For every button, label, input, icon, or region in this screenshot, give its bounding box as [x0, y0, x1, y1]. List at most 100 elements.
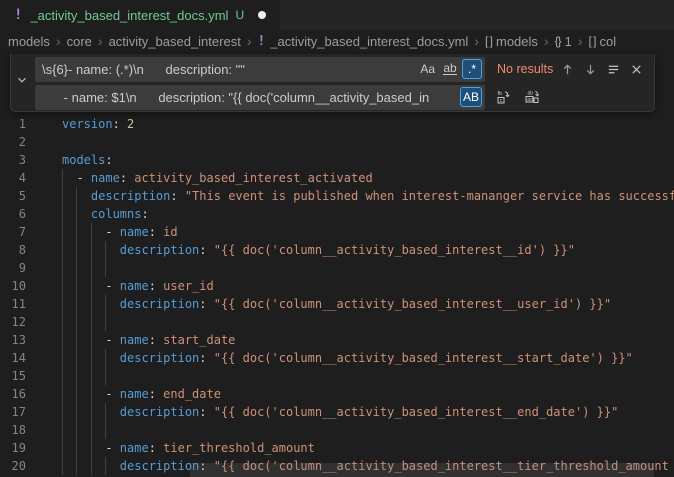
- code-line: 4 - name: activity_based_interest_activa…: [0, 169, 674, 187]
- breadcrumb-item[interactable]: models: [8, 34, 50, 49]
- indent-guide: [105, 259, 106, 277]
- vscode-window: ! _activity_based_interest_docs.yml U mo…: [0, 0, 674, 477]
- close-icon: [629, 62, 644, 77]
- code-line: 11 description: "{{ doc('column__activit…: [0, 295, 674, 313]
- breadcrumb-item[interactable]: !_activity_based_interest_docs.yml: [257, 34, 468, 49]
- whole-word-button[interactable]: ab: [440, 59, 460, 79]
- line-number: 2: [0, 133, 26, 151]
- line-number: 9: [0, 259, 26, 277]
- git-status-badge: U: [235, 8, 244, 22]
- yaml-file-icon: !: [257, 34, 265, 49]
- line-number: 14: [0, 349, 26, 367]
- indent-guide: [91, 367, 92, 385]
- indent-guide: [105, 421, 106, 439]
- breadcrumb: models › core › activity_based_interest › !_ac…: [0, 30, 674, 52]
- preserve-case-button[interactable]: AB: [460, 87, 482, 107]
- editor-pane[interactable]: 1version: 223models:4 - name: activity_b…: [0, 52, 674, 477]
- svg-text:fb: fb: [497, 91, 502, 97]
- svg-text:c: c: [499, 98, 502, 104]
- svg-text:ab: ab: [527, 91, 533, 97]
- line-number: 12: [0, 313, 26, 331]
- code-line: 3models:: [0, 151, 674, 169]
- code-area: 1version: 223models:4 - name: activity_b…: [0, 115, 674, 475]
- indent-guide: [62, 421, 63, 439]
- chevron-right-icon: ›: [56, 33, 61, 49]
- arrow-up-icon: [560, 62, 575, 77]
- find-input[interactable]: \s{6}- name: (.*)\n description: "" Aa a…: [35, 57, 485, 82]
- find-previous-button[interactable]: [556, 58, 579, 81]
- indent-guide: [62, 367, 63, 385]
- indent-guide: [62, 259, 63, 277]
- replace-input-value: - name: $1\n description: "{{ doc('colum…: [42, 90, 458, 105]
- line-number: 16: [0, 385, 26, 403]
- chevron-right-icon: ›: [98, 33, 103, 49]
- match-case-button[interactable]: Aa: [417, 59, 438, 79]
- code-line: 16 - name: end_date: [0, 385, 674, 403]
- replace-all-button[interactable]: ab ac: [520, 86, 543, 109]
- indent-guide: [91, 259, 92, 277]
- indent-guide: [76, 313, 77, 331]
- tab-label: _activity_based_interest_docs.yml: [30, 8, 228, 23]
- code-line: 18: [0, 421, 674, 439]
- symbol-array-icon: [ ]: [485, 34, 492, 48]
- horizontal-scrollbar[interactable]: [190, 463, 654, 477]
- replace-all-icon: ab ac: [524, 89, 540, 105]
- code-line: 19 - name: tier_threshold_amount: [0, 439, 674, 457]
- code-line: 14 description: "{{ doc('column__activit…: [0, 349, 674, 367]
- line-number: 15: [0, 367, 26, 385]
- code-line: 6 columns:: [0, 205, 674, 223]
- tab-bar: ! _activity_based_interest_docs.yml U: [0, 0, 674, 30]
- indent-guide: [62, 313, 63, 331]
- indent-guide: [105, 313, 106, 331]
- line-number: 20: [0, 457, 26, 475]
- indent-guide: [76, 259, 77, 277]
- breadcrumb-item[interactable]: core: [67, 34, 92, 49]
- breadcrumb-item[interactable]: [ ]col: [589, 34, 617, 49]
- breadcrumb-item[interactable]: activity_based_interest: [109, 34, 241, 49]
- arrow-down-icon: [583, 62, 598, 77]
- find-in-selection-button[interactable]: [602, 58, 625, 81]
- line-number: 11: [0, 295, 26, 313]
- find-results-status: No results: [497, 62, 553, 76]
- close-find-button[interactable]: [625, 58, 648, 81]
- line-number: 17: [0, 403, 26, 421]
- modified-dot-icon[interactable]: [258, 11, 266, 19]
- line-number: 4: [0, 169, 26, 187]
- code-line: 1version: 2: [0, 115, 674, 133]
- svg-text:ac: ac: [527, 97, 533, 103]
- chevron-right-icon: ›: [247, 33, 252, 49]
- indent-guide: [91, 421, 92, 439]
- symbol-object-icon: {}: [555, 34, 561, 48]
- code-line: 9: [0, 259, 674, 277]
- code-line: 5 description: "This event is published …: [0, 187, 674, 205]
- selection-lines-icon: [606, 62, 621, 77]
- line-number: 10: [0, 277, 26, 295]
- code-line: 2: [0, 133, 674, 151]
- code-line: 15: [0, 367, 674, 385]
- indent-guide: [76, 421, 77, 439]
- line-number: 5: [0, 187, 26, 205]
- indent-guide: [105, 367, 106, 385]
- breadcrumb-item[interactable]: {}1: [555, 34, 572, 49]
- indent-guide: [76, 367, 77, 385]
- code-line: 8 description: "{{ doc('column__activity…: [0, 241, 674, 259]
- line-number: 7: [0, 223, 26, 241]
- replace-icon: fb c: [495, 89, 511, 105]
- replace-button[interactable]: fb c: [491, 86, 514, 109]
- regex-button[interactable]: .*: [462, 59, 482, 79]
- breadcrumb-item[interactable]: [ ]models: [485, 34, 538, 49]
- chevron-right-icon: ›: [578, 33, 583, 49]
- find-input-value: \s{6}- name: (.*)\n description: "": [42, 62, 415, 77]
- chevron-down-icon: [15, 73, 29, 92]
- find-next-button[interactable]: [579, 58, 602, 81]
- line-number: 19: [0, 439, 26, 457]
- code-line: 10 - name: user_id: [0, 277, 674, 295]
- code-line: 13 - name: start_date: [0, 331, 674, 349]
- line-number: 6: [0, 205, 26, 223]
- line-number: 13: [0, 331, 26, 349]
- code-line: 7 - name: id: [0, 223, 674, 241]
- toggle-replace-button[interactable]: [11, 54, 33, 111]
- replace-input[interactable]: - name: $1\n description: "{{ doc('colum…: [35, 85, 485, 110]
- tab-active[interactable]: ! _activity_based_interest_docs.yml U: [0, 0, 280, 30]
- line-number: 3: [0, 151, 26, 169]
